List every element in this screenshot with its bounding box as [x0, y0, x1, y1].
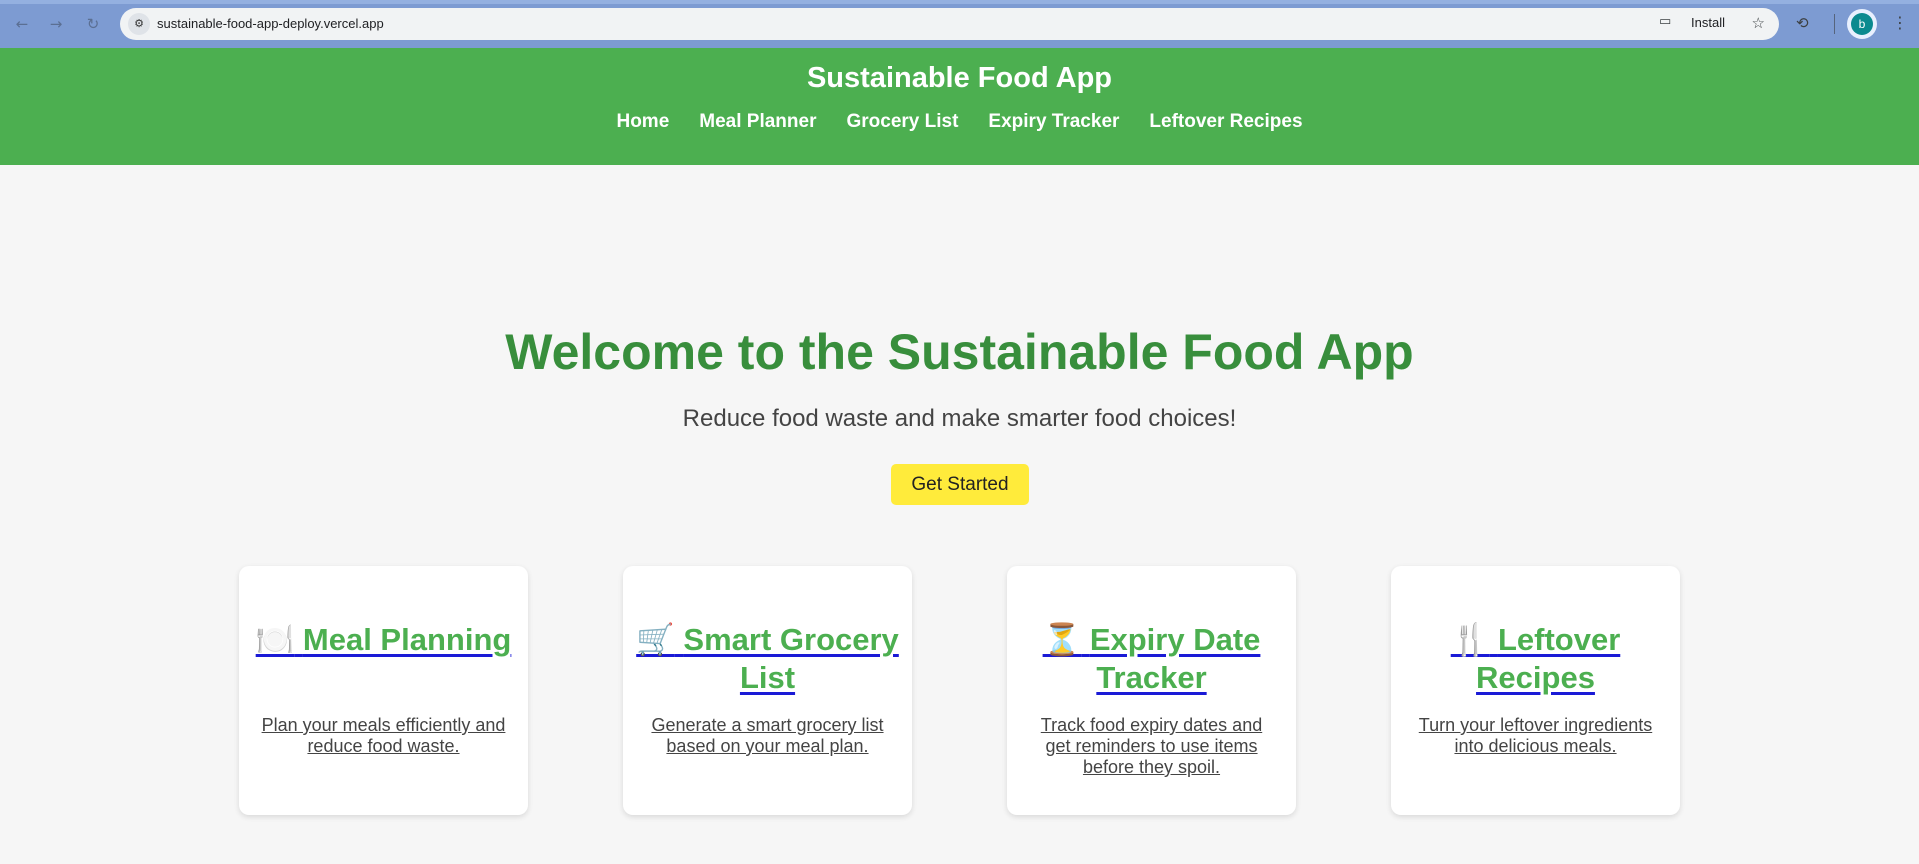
feature-card-smart-grocery-list[interactable]: 🛒 Smart Grocery List Generate a smart gr…: [623, 566, 912, 815]
tab-strip-edge: [0, 0, 1919, 4]
card-title: 🍽️ Meal Planning: [251, 621, 516, 659]
toolbar-divider: [1834, 14, 1835, 34]
app-title: Sustainable Food App: [806, 62, 1113, 94]
main-nav: Home Meal Planner Grocery List Expiry Tr…: [0, 111, 1919, 133]
card-description: Plan your meals efficiently and reduce f…: [261, 715, 506, 756]
feature-card-meal-planning[interactable]: 🍽️ Meal Planning Plan your meals efficie…: [239, 566, 528, 815]
menu-kebab-icon[interactable]: ⋮: [1892, 13, 1908, 32]
card-title-text: Meal Planning: [302, 622, 512, 657]
reload-icon[interactable]: ↻: [83, 14, 103, 34]
card-title: 🍴 Leftover Recipes: [1403, 621, 1668, 696]
install-button[interactable]: Install: [1691, 15, 1725, 30]
browser-toolbar: ← → ↻ ⚙ sustainable-food-app-deploy.verc…: [0, 0, 1919, 48]
nav-grocery-list[interactable]: Grocery List: [846, 111, 958, 133]
feature-card-leftover-recipes[interactable]: 🍴 Leftover Recipes Turn your leftover in…: [1391, 566, 1680, 815]
forward-arrow-icon[interactable]: →: [46, 14, 66, 34]
card-title-text: Leftover Recipes: [1476, 622, 1621, 695]
nav-leftover-recipes[interactable]: Leftover Recipes: [1149, 111, 1302, 133]
address-bar[interactable]: ⚙ sustainable-food-app-deploy.vercel.app…: [120, 8, 1779, 40]
nav-expiry-tracker[interactable]: Expiry Tracker: [988, 111, 1119, 133]
avatar-letter: b: [1851, 13, 1873, 35]
app-header: Sustainable Food App Home Meal Planner G…: [0, 48, 1919, 165]
nav-meal-planner[interactable]: Meal Planner: [699, 111, 816, 133]
history-icon[interactable]: ⟲: [1796, 14, 1809, 32]
hourglass-icon: ⏳: [1042, 622, 1082, 658]
card-description: Turn your leftover ingredients into deli…: [1418, 715, 1653, 756]
install-icon[interactable]: ▭: [1659, 15, 1675, 29]
get-started-button[interactable]: Get Started: [891, 464, 1029, 505]
nav-home[interactable]: Home: [616, 111, 669, 133]
card-description: Generate a smart grocery list based on y…: [651, 715, 884, 756]
card-title: 🛒 Smart Grocery List: [635, 621, 900, 696]
profile-avatar[interactable]: b: [1847, 9, 1877, 39]
bookmark-star-icon[interactable]: ☆: [1752, 14, 1765, 32]
card-title-text: Expiry Date Tracker: [1089, 622, 1261, 695]
card-title: ⏳ Expiry Date Tracker: [1019, 621, 1284, 696]
url-text[interactable]: sustainable-food-app-deploy.vercel.app: [157, 16, 384, 31]
back-arrow-icon[interactable]: ←: [12, 14, 32, 34]
cart-icon: 🛒: [636, 622, 675, 658]
hero-title: Welcome to the Sustainable Food App: [505, 324, 1414, 380]
feature-card-expiry-date-tracker[interactable]: ⏳ Expiry Date Tracker Track food expiry …: [1007, 566, 1296, 815]
hero-subtitle: Reduce food waste and make smarter food …: [682, 405, 1237, 432]
site-settings-icon[interactable]: ⚙: [128, 13, 150, 35]
fork-knife-icon: 🍴: [1450, 622, 1490, 658]
card-title-text: Smart Grocery List: [683, 622, 899, 695]
plate-icon: 🍽️: [255, 622, 295, 658]
card-description: Track food expiry dates and get reminder…: [1040, 715, 1263, 777]
